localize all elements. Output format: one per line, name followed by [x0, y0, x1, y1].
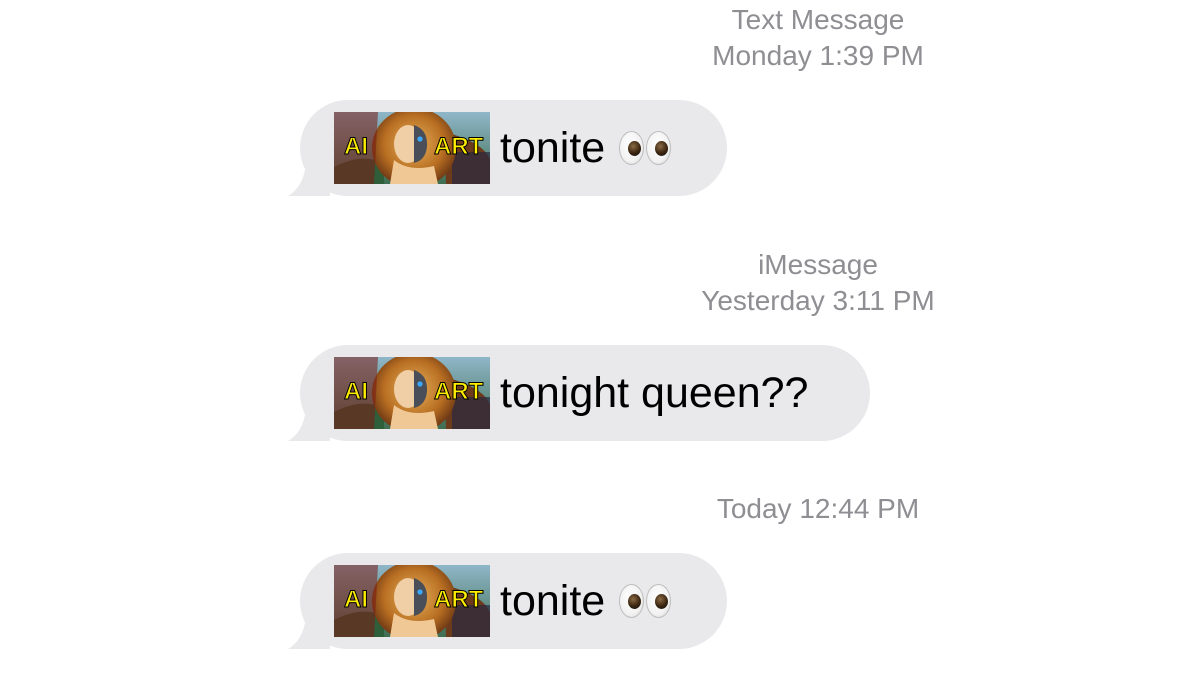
sticker-right-text: ART — [434, 586, 484, 613]
bubble-tail — [282, 609, 330, 649]
ai-art-sticker[interactable]: AI ART — [334, 112, 490, 184]
timestamp-label: Yesterday 3:11 PM — [701, 285, 935, 316]
ai-art-sticker[interactable]: AI ART — [334, 357, 490, 429]
timestamp-header: iMessage Yesterday 3:11 PM — [618, 247, 1018, 319]
message-text-row: tonight queen?? — [500, 369, 808, 418]
sticker-right-text: ART — [434, 378, 484, 405]
eyes-emoji-icon — [619, 131, 672, 165]
sticker-left-text: AI — [344, 586, 368, 613]
sticker-left-text: AI — [344, 378, 368, 405]
timestamp-header: Text Message Monday 1:39 PM — [618, 2, 1018, 74]
message-text-row: tonite — [500, 123, 672, 173]
bubble-tail — [282, 401, 330, 441]
bubble-tail — [282, 156, 330, 196]
message-text-row: tonite — [500, 576, 672, 626]
eyes-emoji-icon — [619, 584, 672, 618]
message-text: tonite — [500, 576, 606, 625]
message-bubble[interactable]: AI ART tonite — [288, 100, 727, 196]
timestamp-label: Monday 1:39 PM — [712, 40, 924, 71]
service-label: Text Message — [731, 4, 905, 35]
sticker-left-text: AI — [344, 133, 368, 160]
message-bubble[interactable]: AI ART tonite — [288, 553, 727, 649]
sticker-right-text: ART — [434, 133, 484, 160]
ai-art-sticker[interactable]: AI ART — [334, 565, 490, 637]
timestamp-header: Today 12:44 PM — [618, 491, 1018, 527]
message-text: tonite — [500, 123, 606, 172]
service-label: iMessage — [758, 249, 878, 280]
timestamp-label: Today 12:44 PM — [716, 493, 920, 524]
message-text: tonight queen?? — [500, 368, 809, 417]
message-bubble[interactable]: AI ART tonight queen?? — [288, 345, 870, 441]
